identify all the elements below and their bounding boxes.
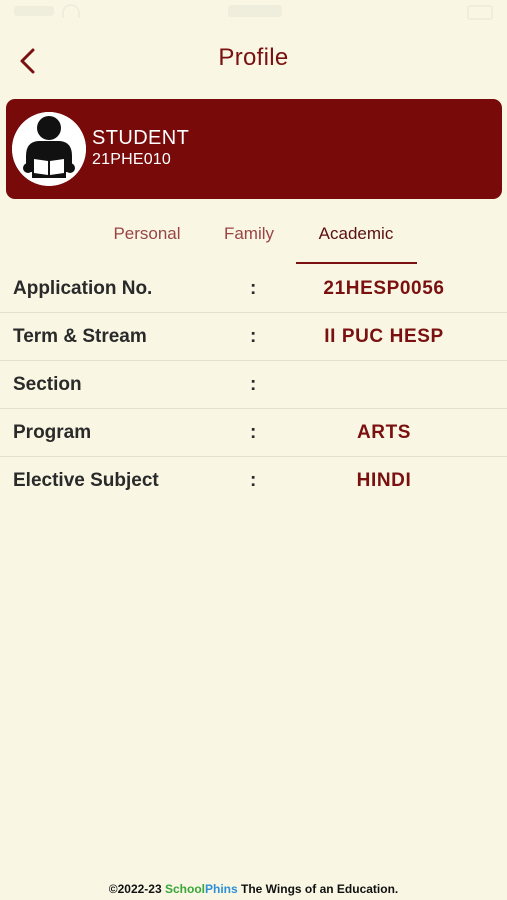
academic-details: Application No. : 21HESP0056 Term & Stre… <box>0 265 507 504</box>
avatar <box>12 112 86 186</box>
detail-row-term-stream: Term & Stream : II PUC HESP <box>0 313 507 361</box>
wifi-icon <box>62 4 80 18</box>
footer-copyright: ©2022-23 <box>108 882 162 896</box>
footer-brand-phins: Phins <box>205 882 238 896</box>
student-name: STUDENT <box>92 127 190 149</box>
row-value: 21HESP0056 <box>323 278 445 299</box>
row-separator: : <box>250 422 257 443</box>
detail-row-elective-subject: Elective Subject : HINDI <box>0 457 507 504</box>
clock <box>228 5 282 17</box>
row-value: ARTS <box>356 422 412 443</box>
row-value: HINDI <box>356 470 412 491</box>
carrier-indicator <box>14 6 54 16</box>
row-label: Section <box>13 374 82 395</box>
student-id: 21PHE010 <box>92 151 171 168</box>
row-separator: : <box>250 326 257 347</box>
active-tab-indicator <box>296 262 417 264</box>
row-separator: : <box>250 374 257 395</box>
profile-card: STUDENT 21PHE010 <box>6 99 502 199</box>
detail-row-program: Program : ARTS <box>0 409 507 457</box>
footer: ©2022-23 SchoolPhins The Wings of an Edu… <box>0 882 507 896</box>
tab-academic[interactable]: Academic <box>296 224 416 244</box>
row-label: Term & Stream <box>13 326 147 347</box>
detail-row-application-no: Application No. : 21HESP0056 <box>0 265 507 313</box>
page-title: Profile <box>218 44 289 71</box>
row-label: Elective Subject <box>13 470 159 491</box>
row-label: Application No. <box>13 278 153 299</box>
footer-brand-school: School <box>164 882 205 896</box>
tab-bar: Personal Family Academic <box>0 216 507 264</box>
detail-row-section: Section : <box>0 361 507 409</box>
row-label: Program <box>13 422 92 443</box>
row-value: II PUC HESP <box>324 326 444 347</box>
student-reading-avatar-icon <box>12 112 86 186</box>
header: Profile <box>0 36 507 86</box>
row-separator: : <box>250 278 257 299</box>
row-separator: : <box>250 470 257 491</box>
status-bar <box>0 0 507 28</box>
battery-icon <box>467 5 493 20</box>
footer-tagline: The Wings of an Education. <box>241 882 399 896</box>
tab-personal[interactable]: Personal <box>98 224 196 244</box>
tab-family[interactable]: Family <box>210 224 288 244</box>
